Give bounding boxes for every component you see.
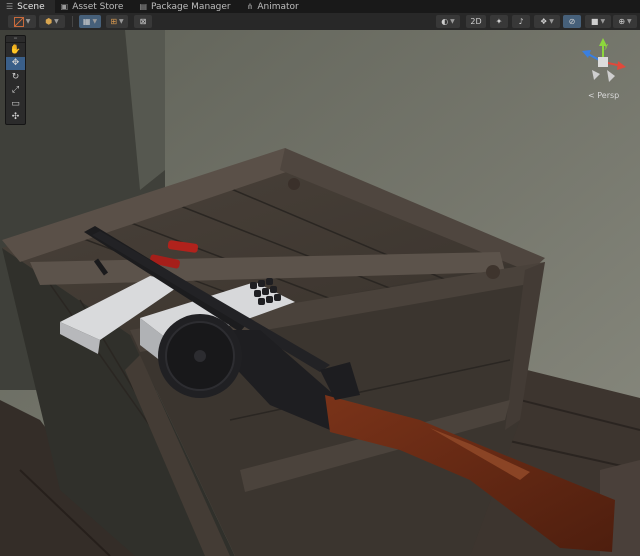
chevron-down-icon: ▼ [600, 18, 606, 25]
snap-increment-icon: ⊞ [110, 17, 118, 26]
package-icon: ▤ [139, 2, 147, 11]
gizmo-neg-x-cone[interactable] [607, 70, 615, 82]
gizmos-dropdown[interactable]: ⊕ ▼ [613, 15, 637, 28]
drum-center [194, 350, 206, 362]
lighting-toggle[interactable]: ✦ [490, 15, 508, 28]
gizmo-center-cube[interactable] [598, 57, 608, 67]
scene-render [0, 30, 640, 556]
cube-icon: ⬢ [45, 17, 53, 26]
gizmo-neg-z-cone[interactable] [592, 70, 600, 80]
overlay-grip[interactable]: ═ [6, 36, 25, 43]
move-icon: ✥ [11, 58, 20, 69]
mode-2d-label: 2D [470, 17, 482, 26]
scene-toolbar: ▼ ⬢ ▼ ▦ ▼ ⊞ ▼ ⊠ ◐ ▼ 2D ✦ ♪ ❖ ▼ ⊘ ■ ▼ ⊕ ▼ [0, 13, 640, 31]
audio-toggle[interactable]: ♪ [512, 15, 530, 28]
chevron-down-icon: ▼ [549, 18, 554, 25]
gizmo-y-label: y [604, 42, 608, 50]
orientation-gizmo[interactable]: y [578, 36, 628, 88]
render-mode-dropdown[interactable]: ⬢ ▼ [39, 15, 65, 28]
scene-viewport[interactable] [0, 30, 640, 556]
tools-overlay: ═ ✋ ✥ ↻ ⤢ ▭ ✣ [5, 35, 26, 125]
chevron-down-icon: ▼ [119, 18, 124, 25]
tab-animator[interactable]: ⋔ Animator [241, 0, 309, 13]
chevron-down-icon: ▼ [450, 18, 455, 25]
toolbar-separator [72, 16, 73, 27]
crate-knot [486, 265, 500, 279]
rect-icon: ▭ [11, 98, 20, 109]
mode-2d-toggle[interactable]: 2D [466, 15, 486, 28]
chevron-down-icon: ▼ [54, 18, 59, 25]
tab-label: Scene [17, 1, 45, 12]
transform-icon: ✣ [11, 112, 20, 123]
grid-snap-icon: ▦ [82, 17, 91, 26]
animator-icon: ⋔ [246, 2, 254, 11]
asset-store-icon: ▣ [60, 2, 69, 11]
projection-label[interactable]: < Persp [588, 91, 619, 100]
shaded-sphere-icon: ◐ [441, 17, 449, 26]
tab-bar: ☰ Scene ▣ Asset Store ▤ Package Manager … [0, 0, 640, 13]
camera-icon: ■ [590, 17, 599, 26]
grid-settings-button[interactable]: ⊠ [134, 15, 152, 28]
scene-visibility-toggle[interactable]: ⊘ [563, 15, 581, 28]
crate-knot [288, 178, 300, 190]
transform-tool-button[interactable]: ✣ [6, 111, 25, 125]
rotate-icon: ↻ [11, 71, 20, 82]
gizmos-icon: ⊕ [618, 17, 626, 26]
scale-icon: ⤢ [11, 85, 20, 96]
rotate-tool-button[interactable]: ↻ [6, 70, 25, 84]
rect-tool-button[interactable]: ▭ [6, 97, 25, 111]
effects-dropdown[interactable]: ❖ ▼ [534, 15, 560, 28]
camera-dropdown[interactable]: ■ ▼ [585, 15, 611, 28]
lighting-icon: ✦ [495, 17, 503, 26]
view-tool-button[interactable]: ✋ [6, 43, 25, 57]
scene-icon: ☰ [6, 2, 14, 11]
draw-mode-dropdown[interactable]: ▼ [8, 15, 36, 28]
shading-dropdown[interactable]: ◐ ▼ [436, 15, 460, 28]
tab-label: Asset Store [72, 1, 124, 12]
chevron-down-icon: ▼ [25, 18, 31, 25]
snap-dropdown[interactable]: ⊞ ▼ [106, 15, 128, 28]
effects-icon: ❖ [540, 17, 548, 26]
tab-scene[interactable]: ☰ Scene [0, 0, 55, 13]
grid-icon: ⊠ [139, 17, 147, 26]
tab-asset-store[interactable]: ▣ Asset Store [55, 0, 134, 13]
tab-package-manager[interactable]: ▤ Package Manager [133, 0, 240, 13]
chevron-down-icon: ▼ [92, 18, 98, 25]
visibility-icon: ⊘ [568, 17, 576, 26]
chevron-down-icon: ▼ [627, 18, 632, 25]
tab-label: Animator [257, 1, 299, 12]
audio-icon: ♪ [518, 17, 524, 26]
move-tool-button[interactable]: ✥ [6, 56, 25, 70]
gizmo-x-cone[interactable] [617, 61, 626, 70]
shaded-draw-mode-icon [13, 16, 24, 27]
tab-label: Package Manager [151, 1, 231, 12]
hand-icon: ✋ [9, 44, 22, 55]
grid-toggle[interactable]: ▦ ▼ [79, 15, 101, 28]
scale-tool-button[interactable]: ⤢ [6, 84, 25, 98]
